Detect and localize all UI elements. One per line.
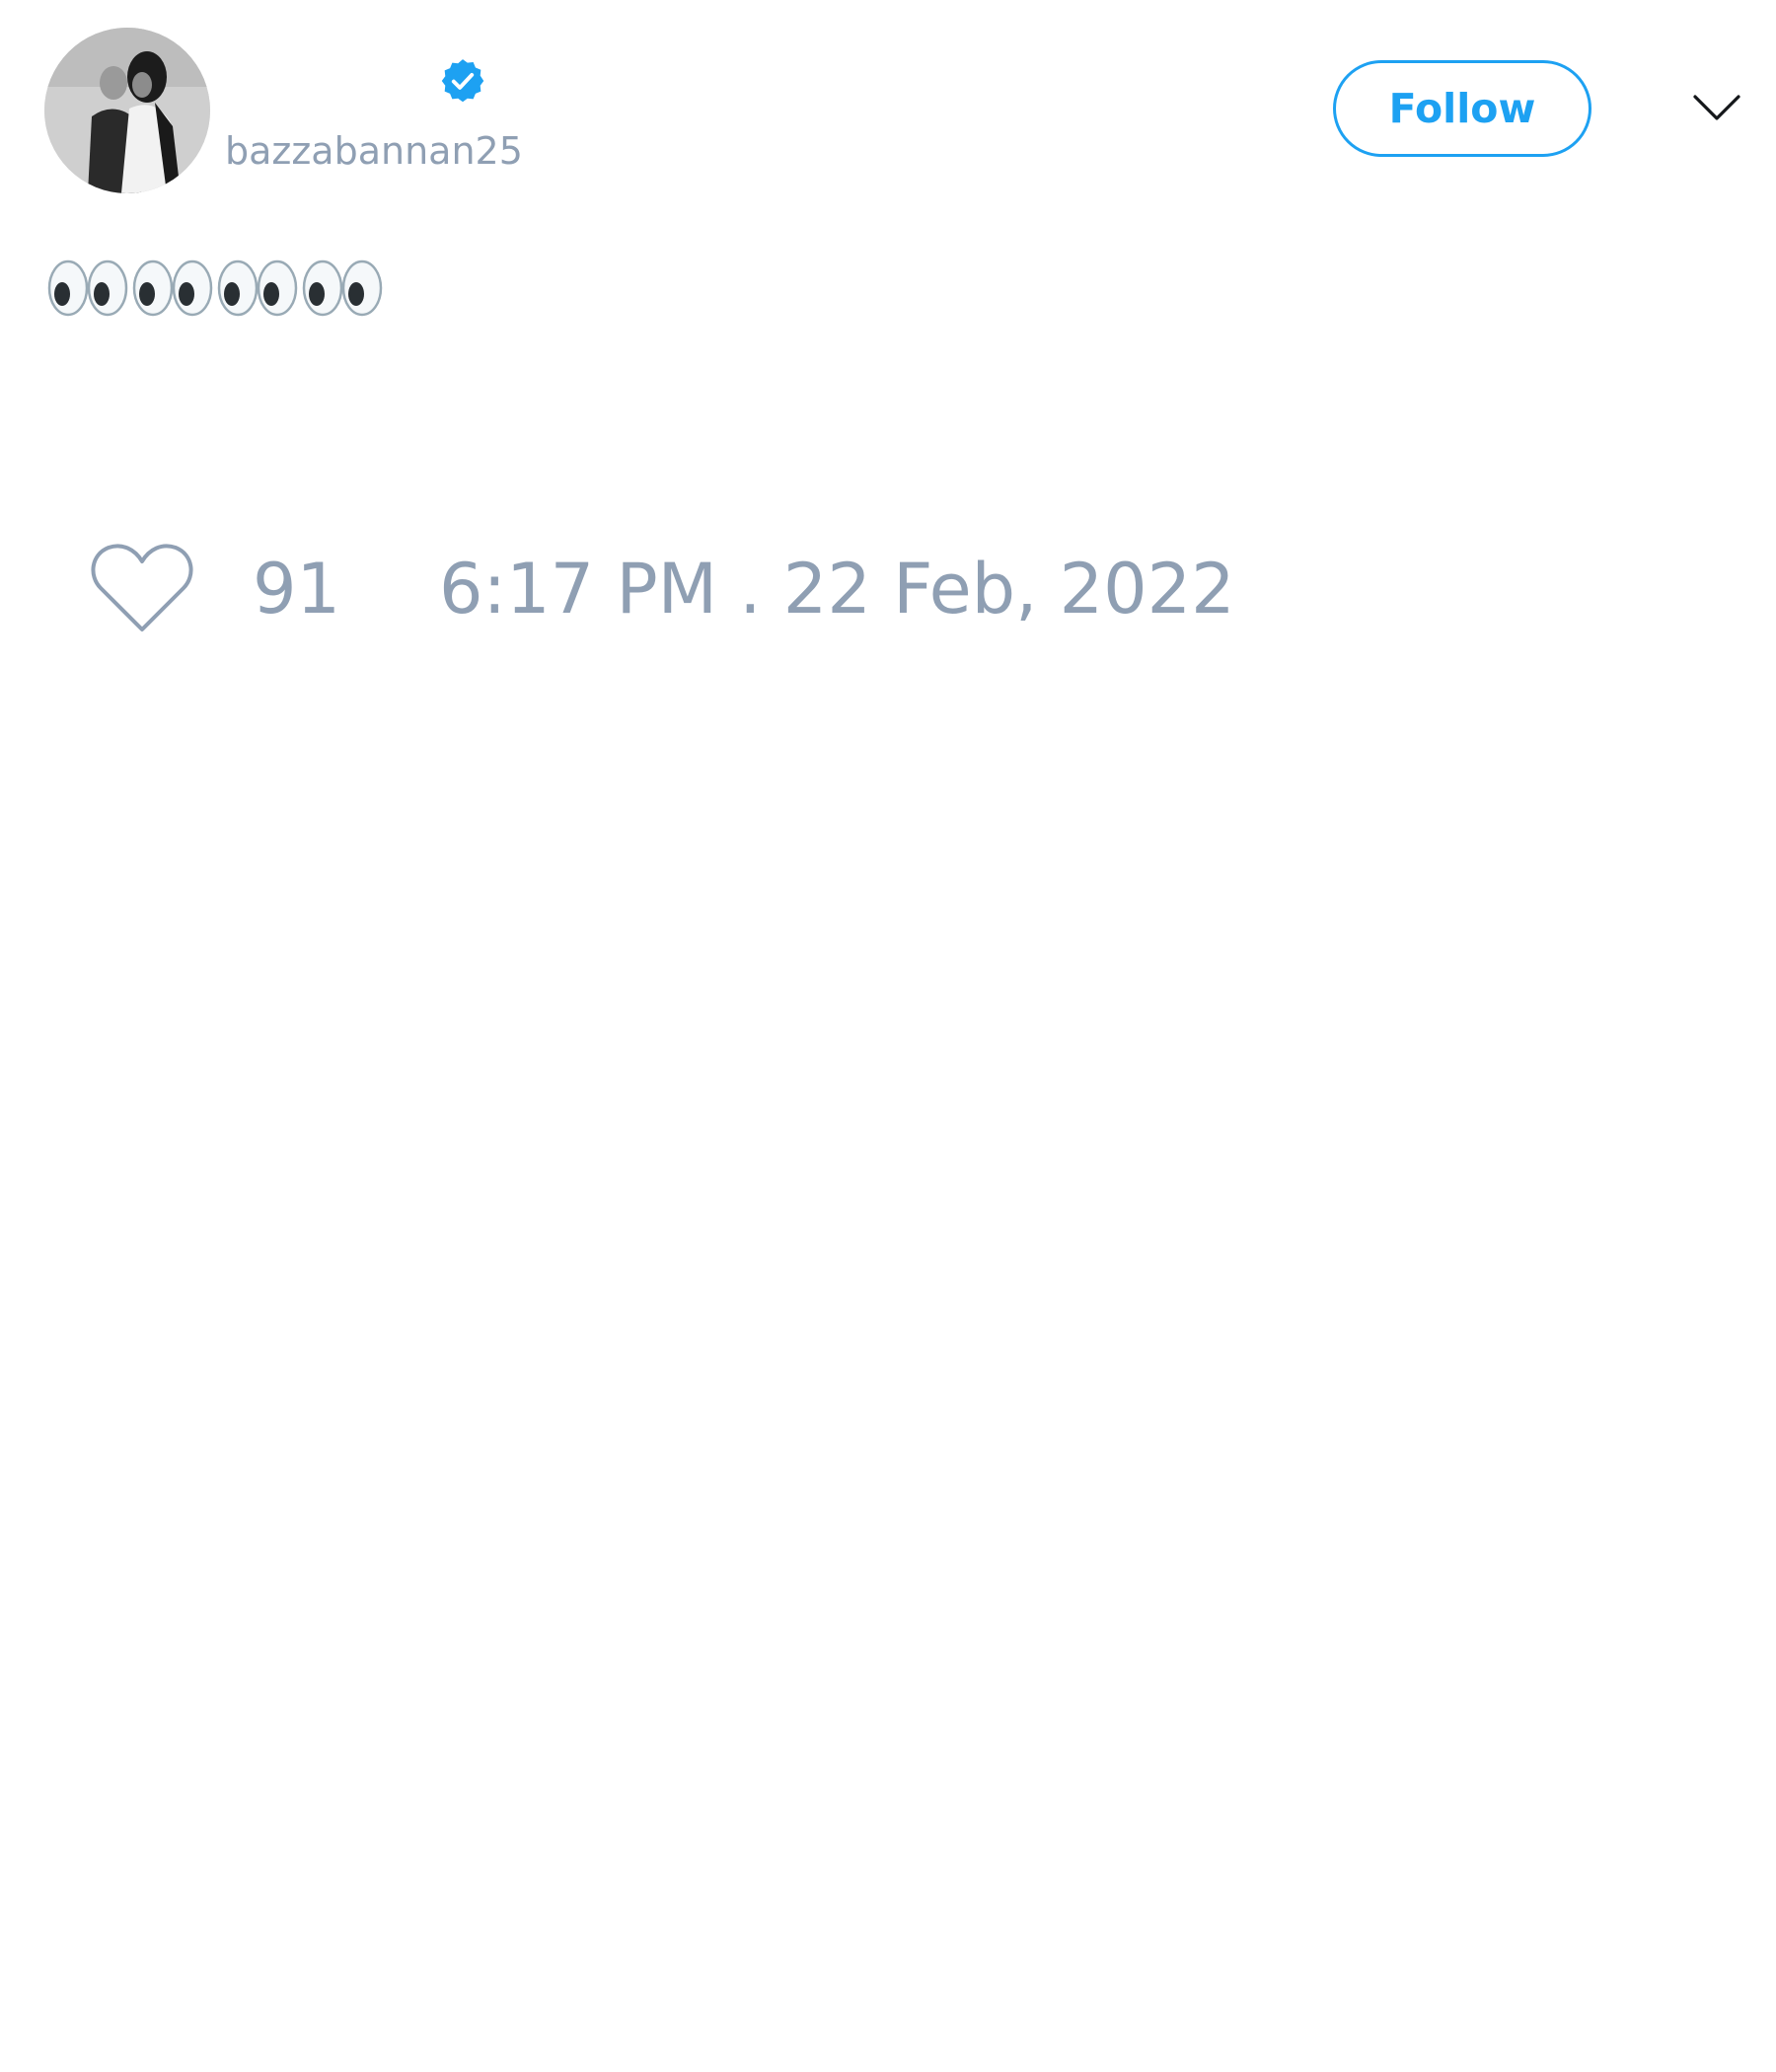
username[interactable]: bazzabannan25: [225, 128, 523, 174]
tweet-text: [47, 259, 387, 318]
timestamp[interactable]: 6:17 PM . 22 Feb, 2022: [439, 549, 1235, 629]
like-count[interactable]: 91: [253, 549, 340, 629]
eyes-icon: [47, 259, 132, 318]
eyes-icon: [132, 259, 217, 318]
eyes-icon: [302, 259, 387, 318]
tweet-card: bazzabannan25 Follow 91 6:17 PM . 22 Feb…: [0, 0, 1776, 2072]
follow-button[interactable]: Follow: [1333, 60, 1591, 157]
avatar[interactable]: [44, 28, 210, 193]
heart-icon[interactable]: [89, 541, 195, 635]
avatar-photo: [44, 28, 210, 193]
eyes-icon: [217, 259, 302, 318]
chevron-down-icon[interactable]: [1692, 91, 1741, 126]
verified-badge-icon: [438, 56, 487, 106]
